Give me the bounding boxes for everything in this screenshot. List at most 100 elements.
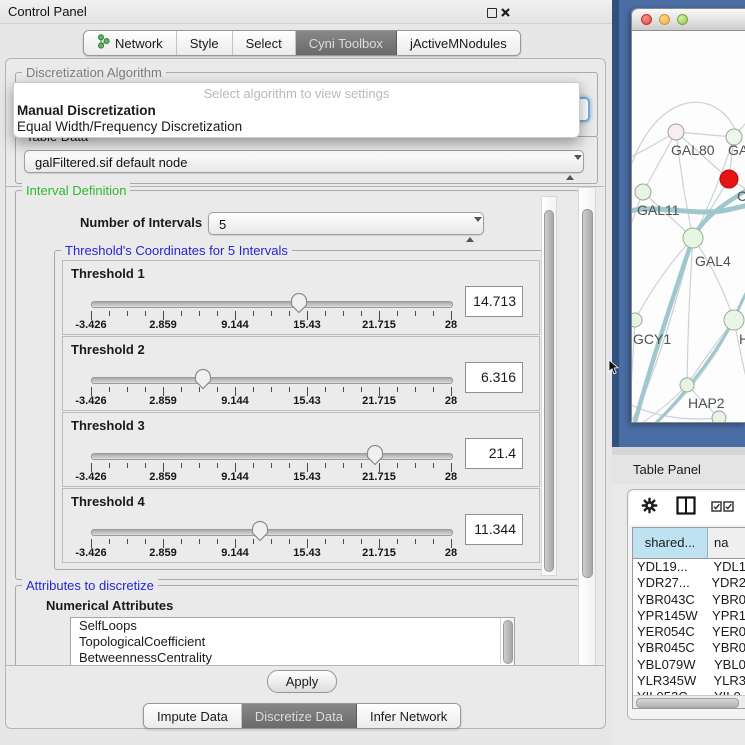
slider-track[interactable] xyxy=(91,453,453,460)
table-hscrollbar-thumb[interactable] xyxy=(636,698,739,708)
table-cell[interactable]: YBR043C xyxy=(633,592,705,608)
slider-track[interactable] xyxy=(91,529,453,536)
table-cell[interactable]: YBL079W xyxy=(633,657,707,673)
table-cell[interactable]: YBR0 xyxy=(705,592,745,608)
slider-track[interactable] xyxy=(91,377,453,384)
red-traffic-light[interactable] xyxy=(641,14,652,25)
network-canvas[interactable]: GAL80GACGAL11GAL4GCY1HHAP2 xyxy=(632,31,745,422)
table-cell[interactable]: YER0 xyxy=(705,624,745,640)
network-node[interactable] xyxy=(724,310,744,330)
tab-jactivemnodules[interactable]: jActiveMNodules xyxy=(397,31,520,55)
table-cell[interactable]: YER054C xyxy=(633,624,705,640)
table-row[interactable]: YBL079WYBL0 xyxy=(633,657,745,673)
network-node[interactable] xyxy=(712,411,726,422)
network-node[interactable] xyxy=(680,378,694,392)
attribute-list-item[interactable]: SelfLoops xyxy=(71,618,514,634)
network-node[interactable] xyxy=(668,124,684,140)
tab-select[interactable]: Select xyxy=(233,31,296,55)
tick-mark xyxy=(217,311,218,316)
table-row[interactable]: YBR045CYBR0 xyxy=(633,640,745,656)
table-hscrollbar[interactable] xyxy=(633,695,745,708)
axis-tick-label: 21.715 xyxy=(362,395,396,407)
column-header-shared-name[interactable]: shared... xyxy=(633,528,708,559)
attributes-scrollbar[interactable] xyxy=(500,618,514,664)
network-node[interactable] xyxy=(683,228,703,248)
table-row[interactable]: YER054CYER0 xyxy=(633,624,745,640)
attribute-list-item[interactable]: BetweennessCentrality xyxy=(71,650,514,666)
tick-mark xyxy=(325,387,326,392)
interval-scrollbar-thumb[interactable] xyxy=(544,210,554,572)
axis-tick-label: 28 xyxy=(445,395,457,407)
threshold-value-field[interactable]: 21.4 xyxy=(465,438,523,469)
dropdown-option-equal-width[interactable]: Equal Width/Frequency Discretization xyxy=(17,119,242,134)
table-body: YDL19...YDL1YDR27...YDR2YBR043CYBR0YPR14… xyxy=(633,559,745,695)
table-cell[interactable]: YPR1 xyxy=(705,608,745,624)
table-data-select[interactable]: galFiltered.sif default node xyxy=(24,150,584,173)
table-cell[interactable]: YPR145W xyxy=(633,608,705,624)
numerical-attributes-list[interactable]: SelfLoopsTopologicalCoefficientBetweenne… xyxy=(70,617,515,667)
table-cell[interactable]: YBR0 xyxy=(705,640,745,656)
checkbox-icon[interactable] xyxy=(711,500,722,515)
axis-tick-label: 15.43 xyxy=(293,471,321,483)
table-row[interactable]: YPR145WYPR1 xyxy=(633,608,745,624)
settings-scrollbar-thumb[interactable] xyxy=(582,209,593,578)
tick-mark xyxy=(217,539,218,544)
tab-impute-data[interactable]: Impute Data xyxy=(144,704,242,728)
yellow-traffic-light[interactable] xyxy=(659,14,670,25)
axis-tick-label: -3.426 xyxy=(75,547,106,559)
network-node[interactable] xyxy=(720,170,738,188)
settings-scrollbar[interactable] xyxy=(578,187,596,667)
close-icon[interactable] xyxy=(500,6,511,21)
table-cell[interactable]: YLR345W xyxy=(633,673,706,689)
table-cell[interactable]: YBL0 xyxy=(707,657,745,673)
tick-mark xyxy=(397,387,398,392)
column-header-name[interactable]: na xyxy=(708,528,745,559)
dropdown-option-manual[interactable]: Manual Discretization xyxy=(17,103,156,118)
panel-separator[interactable] xyxy=(612,447,745,455)
threshold-value-field[interactable]: 11.344 xyxy=(465,514,523,545)
green-traffic-light[interactable] xyxy=(677,14,688,25)
axis-tick-label: 9.144 xyxy=(221,319,249,331)
tick-mark xyxy=(109,463,110,468)
tab-style[interactable]: Style xyxy=(177,31,233,55)
table-row[interactable]: YDR27...YDR2 xyxy=(633,575,745,591)
attribute-list-item[interactable]: TopologicalCoefficient xyxy=(71,634,514,650)
table-cell[interactable]: YDL19... xyxy=(633,559,706,575)
tick-mark xyxy=(415,387,416,392)
attributes-scrollbar-thumb[interactable] xyxy=(503,620,513,664)
table-cell[interactable]: YDR27... xyxy=(633,575,704,591)
interval-scrollbar[interactable] xyxy=(541,196,557,576)
tab-cyni-toolbox[interactable]: Cyni Toolbox xyxy=(296,31,397,55)
network-node[interactable] xyxy=(632,313,642,327)
slider-track[interactable] xyxy=(91,301,453,308)
table-data-value: galFiltered.sif default node xyxy=(35,155,187,170)
tab-infer-network[interactable]: Infer Network xyxy=(357,704,460,728)
axis-tick-label: 9.144 xyxy=(221,471,249,483)
axis-tick-label: -3.426 xyxy=(75,319,106,331)
tick-mark xyxy=(397,539,398,544)
threshold-value-field[interactable]: 14.713 xyxy=(465,286,523,317)
checkbox-icon[interactable] xyxy=(723,500,734,515)
network-node[interactable] xyxy=(635,184,651,200)
table-row[interactable]: YLR345WYLR3 xyxy=(633,673,745,689)
table-row[interactable]: YBR043CYBR0 xyxy=(633,592,745,608)
table-cell[interactable]: YDR2 xyxy=(704,575,745,591)
network-window-titlebar[interactable] xyxy=(632,9,745,31)
table-cell[interactable]: YLR3 xyxy=(706,673,745,689)
tick-mark xyxy=(127,539,128,544)
split-columns-icon[interactable] xyxy=(676,496,696,518)
table-cell[interactable]: YBR045C xyxy=(633,640,705,656)
tab-discretize-data[interactable]: Discretize Data xyxy=(242,704,357,728)
table-cell[interactable]: YDL1 xyxy=(706,559,745,575)
group-title: Threshold's Coordinates for 5 Intervals xyxy=(61,243,292,258)
network-icon xyxy=(97,34,110,52)
gear-icon[interactable] xyxy=(641,497,658,517)
apply-button[interactable]: Apply xyxy=(267,670,337,693)
tab-network[interactable]: Network xyxy=(84,31,177,55)
threshold-value-field[interactable]: 6.316 xyxy=(465,362,523,393)
number-of-intervals-select[interactable]: 5 xyxy=(208,212,484,235)
float-window-icon[interactable] xyxy=(487,8,497,18)
table-row[interactable]: YDL19...YDL1 xyxy=(633,559,745,575)
network-node-label: GA xyxy=(728,142,745,158)
tick-mark xyxy=(289,539,290,544)
